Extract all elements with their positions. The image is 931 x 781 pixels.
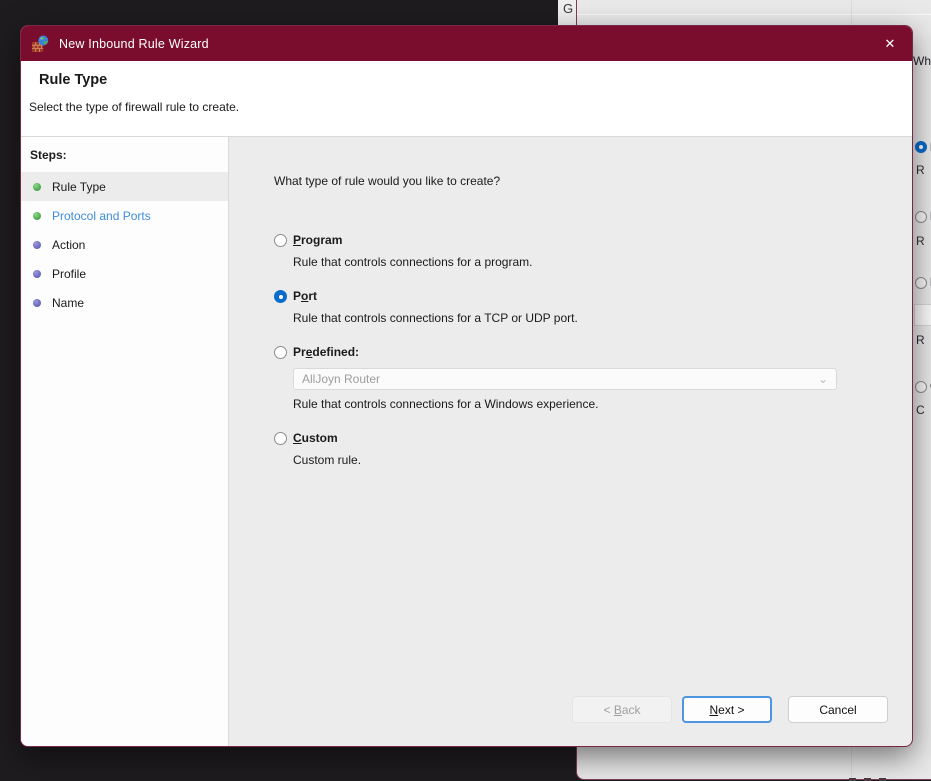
back-button: < Back: [572, 696, 672, 723]
question-text: What type of rule would you like to crea…: [274, 174, 912, 189]
page-subtitle: Select the type of firewall rule to crea…: [29, 100, 912, 114]
step-bullet-icon: [33, 241, 41, 249]
option-description: Rule that controls connections for a Win…: [293, 397, 912, 412]
sidebar-step-rule-type: Rule Type: [21, 172, 228, 201]
step-label: Name: [52, 296, 84, 310]
option-description: Custom rule.: [293, 453, 912, 468]
step-label: Rule Type: [52, 180, 106, 194]
cancel-button[interactable]: Cancel: [788, 696, 888, 723]
option-description: Rule that controls connections for a pro…: [293, 255, 912, 270]
background-text-fragment: G: [563, 1, 573, 16]
radio-program[interactable]: [274, 234, 287, 247]
background-desc-fragment: C: [916, 403, 925, 417]
wizard-page-header: Rule Type Select the type of firewall ru…: [21, 61, 912, 137]
desktop-screen: G Wha P R P R P R C C: [0, 0, 931, 781]
predefined-rule-select: AllJoyn Router ⌄: [293, 368, 837, 390]
step-bullet-icon: [33, 212, 41, 220]
background-desc-fragment: R: [916, 333, 925, 347]
firewall-icon: [32, 35, 49, 52]
option-description: Rule that controls connections for a TCP…: [293, 311, 912, 326]
option-custom: Custom Custom rule.: [274, 431, 912, 468]
chevron-down-icon: ⌄: [818, 369, 828, 389]
radio-button: [915, 211, 927, 223]
option-port: Port Rule that controls connections for …: [274, 289, 912, 326]
option-label[interactable]: Predefined:: [293, 345, 359, 360]
wizard-footer: < Back Next > Cancel: [572, 696, 888, 723]
background-desc-fragment: R: [916, 234, 925, 248]
wizard-content-panel: What type of rule would you like to crea…: [229, 137, 912, 746]
steps-heading: Steps:: [21, 142, 228, 172]
radio-custom[interactable]: [274, 432, 287, 445]
close-icon[interactable]: ✕: [872, 26, 908, 61]
new-inbound-rule-wizard-dialog: New Inbound Rule Wizard ✕ Rule Type Sele…: [20, 25, 913, 747]
step-label: Profile: [52, 267, 86, 281]
option-predefined: Predefined: AllJoyn Router ⌄ Rule that c…: [274, 345, 912, 412]
selected-value: AllJoyn Router: [302, 372, 380, 386]
step-bullet-icon: [33, 270, 41, 278]
option-program: Program Rule that controls connections f…: [274, 233, 912, 270]
window-title: New Inbound Rule Wizard: [59, 37, 209, 51]
option-label[interactable]: Port: [293, 289, 317, 304]
radio-button: [915, 277, 927, 289]
sidebar-step-action: Action: [21, 230, 228, 259]
step-bullet-icon: [33, 183, 41, 191]
background-desc-fragment: R: [916, 163, 925, 177]
steps-sidebar: Steps: Rule Type Protocol and Ports Acti…: [21, 137, 229, 746]
background-question-fragment: Wha: [913, 54, 931, 68]
step-label: Protocol and Ports: [52, 209, 151, 223]
option-label[interactable]: Program: [293, 233, 342, 248]
title-bar[interactable]: New Inbound Rule Wizard ✕: [21, 26, 912, 61]
next-button[interactable]: Next >: [682, 696, 772, 723]
sidebar-step-protocol-and-ports[interactable]: Protocol and Ports: [21, 201, 228, 230]
radio-port[interactable]: [274, 290, 287, 303]
step-bullet-icon: [33, 299, 41, 307]
radio-button: [915, 141, 927, 153]
dropdown-fragment: [914, 304, 931, 326]
sidebar-step-name: Name: [21, 288, 228, 317]
sidebar-step-profile: Profile: [21, 259, 228, 288]
step-label: Action: [52, 238, 85, 252]
divider: [577, 14, 931, 15]
option-label[interactable]: Custom: [293, 431, 338, 446]
radio-predefined[interactable]: [274, 346, 287, 359]
page-title: Rule Type: [39, 72, 912, 88]
radio-button: [915, 381, 927, 393]
